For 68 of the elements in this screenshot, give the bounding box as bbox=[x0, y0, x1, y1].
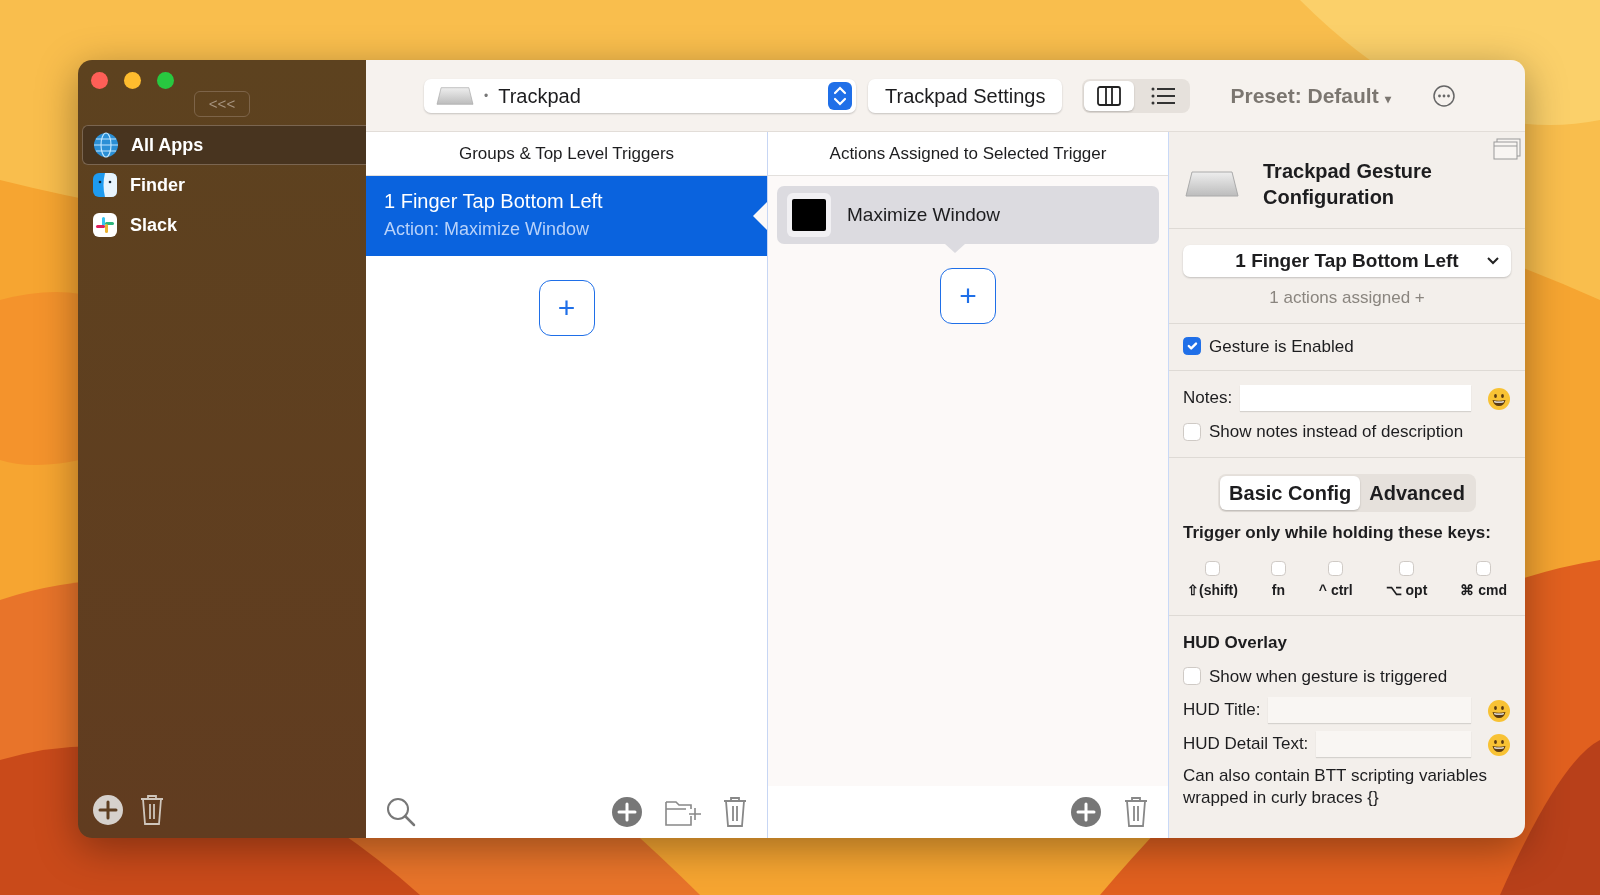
sidebar-item[interactable]: Finder bbox=[82, 165, 366, 205]
key-label: ^ ctrl bbox=[1318, 581, 1353, 600]
columns-icon bbox=[1097, 85, 1122, 106]
checkbox[interactable] bbox=[1270, 561, 1286, 576]
view-toggle[interactable] bbox=[1084, 80, 1135, 111]
smiley-icon[interactable] bbox=[1487, 386, 1511, 411]
chevron-down-icon bbox=[1487, 257, 1499, 265]
notes-field[interactable] bbox=[1240, 385, 1471, 411]
checkbox-label: Show notes instead of description bbox=[1209, 421, 1464, 443]
trigger-select[interactable]: 1 Finger Tap Bottom Left bbox=[1183, 245, 1511, 277]
section-heading: HUD Overlay bbox=[1183, 632, 1288, 654]
column-heading: Groups & Top Level Triggers bbox=[458, 142, 675, 165]
checkbox-label: Show when gesture is triggered bbox=[1209, 665, 1448, 688]
key-label: fn bbox=[1271, 581, 1285, 600]
action-icon bbox=[792, 199, 826, 231]
field-label: Notes: bbox=[1183, 387, 1233, 410]
trackpad-icon bbox=[436, 86, 474, 105]
field-label: HUD Title: bbox=[1183, 699, 1261, 722]
trigger-item[interactable]: 1 Finger Tap Bottom Left Action: Maximize Window bbox=[366, 176, 767, 256]
add-icon[interactable] bbox=[1070, 796, 1102, 828]
trackpad-icon bbox=[1185, 171, 1239, 197]
add-icon[interactable] bbox=[92, 794, 124, 826]
add-action-button[interactable]: + bbox=[940, 268, 996, 324]
window-icon[interactable] bbox=[1493, 138, 1521, 160]
tab[interactable]: Basic Config bbox=[1220, 475, 1361, 510]
close-button[interactable] bbox=[91, 72, 108, 89]
sidebar-item[interactable]: Slack bbox=[82, 205, 366, 245]
panel-title: Trackpad Gesture Configuration bbox=[1263, 159, 1433, 210]
checkbox[interactable] bbox=[1183, 667, 1201, 686]
checkbox[interactable] bbox=[1204, 561, 1220, 576]
key-label: ⌘ cmd bbox=[1460, 581, 1507, 600]
checkbox[interactable] bbox=[1476, 561, 1492, 576]
finder-icon bbox=[92, 172, 118, 198]
trash-icon[interactable] bbox=[723, 796, 747, 828]
settings-button[interactable]: Trackpad Settings bbox=[868, 78, 1063, 113]
key-label: ⌥ opt bbox=[1385, 581, 1428, 600]
more-icon[interactable] bbox=[1432, 84, 1455, 107]
preset-menu[interactable]: Preset: Default ▾ bbox=[1230, 79, 1391, 112]
checkbox[interactable] bbox=[1183, 337, 1201, 356]
hud-title-field[interactable] bbox=[1268, 697, 1471, 723]
search-icon[interactable] bbox=[386, 797, 416, 827]
list-icon bbox=[1151, 86, 1176, 105]
checkbox[interactable] bbox=[1399, 561, 1414, 576]
trash-icon[interactable] bbox=[1124, 796, 1148, 828]
column-heading: Actions Assigned to Selected Trigger bbox=[829, 142, 1107, 165]
add-icon[interactable] bbox=[611, 796, 643, 828]
smiley-icon[interactable] bbox=[1487, 732, 1511, 757]
checkbox[interactable] bbox=[1328, 561, 1344, 576]
hint-text: Can also contain BTT scripting variables wrapped in curly braces {} bbox=[1183, 765, 1488, 809]
smiley-icon[interactable] bbox=[1487, 698, 1511, 723]
folder-add-icon[interactable] bbox=[665, 798, 701, 826]
add-trigger-button[interactable]: + bbox=[538, 280, 595, 336]
hud-detail-field[interactable] bbox=[1316, 731, 1471, 757]
minimize-button[interactable] bbox=[124, 72, 141, 89]
slack-icon bbox=[92, 212, 118, 238]
callout-pointer bbox=[945, 244, 965, 253]
stepper-icon bbox=[828, 81, 852, 110]
section-heading: Trigger only while holding these keys: bbox=[1183, 521, 1492, 544]
globe-icon bbox=[93, 132, 119, 158]
checkbox-label: Gesture is Enabled bbox=[1209, 335, 1354, 358]
zoom-button[interactable] bbox=[157, 72, 174, 89]
field-label: HUD Detail Text: bbox=[1183, 733, 1309, 756]
sidebar-item[interactable]: All Apps bbox=[82, 125, 366, 165]
key-label: ⇧(shift) bbox=[1187, 581, 1238, 600]
checkbox[interactable] bbox=[1183, 422, 1201, 441]
device-select[interactable]: • Trackpad bbox=[424, 78, 856, 113]
trash-icon[interactable] bbox=[140, 794, 164, 826]
tab[interactable]: Advanced bbox=[1360, 475, 1474, 510]
